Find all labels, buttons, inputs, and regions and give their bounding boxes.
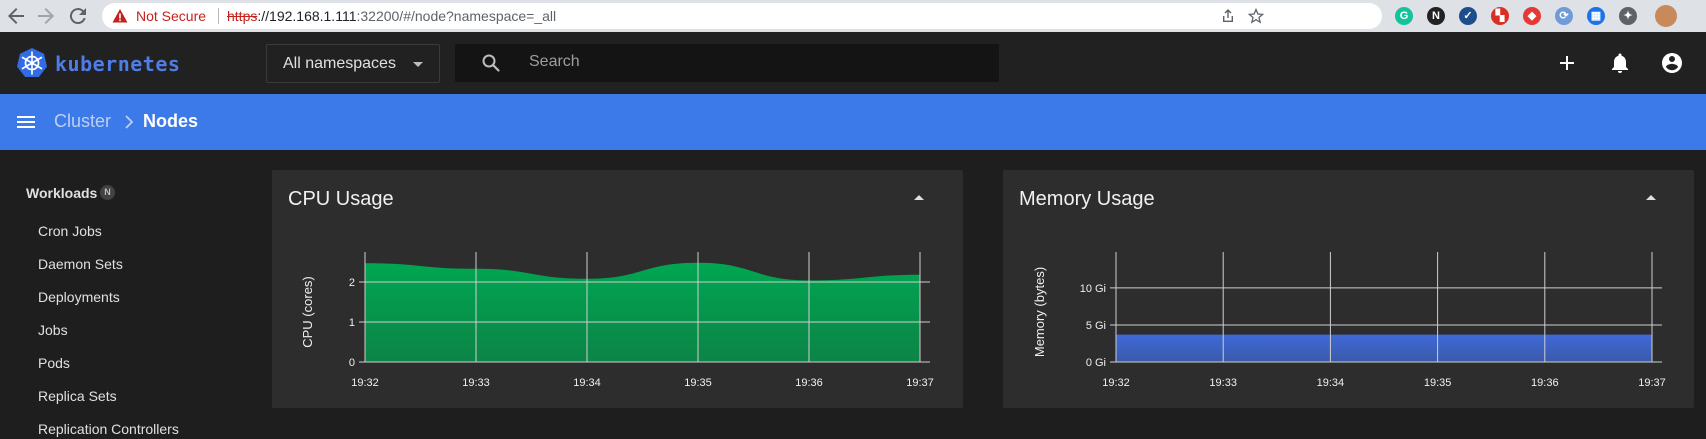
sidebar-nav: Workloads N Cron Jobs Daemon Sets Deployme… <box>0 150 258 439</box>
sidebar-item-cron-jobs[interactable]: Cron Jobs <box>38 223 102 239</box>
arrow-right-icon <box>38 8 54 24</box>
y-tick-label: 2 <box>349 277 355 289</box>
sidebar-item-replication-controllers[interactable]: Replication Controllers <box>38 421 179 437</box>
y-axis-label: CPU (cores) <box>300 276 315 348</box>
namespace-selected-value: All namespaces <box>283 55 396 72</box>
memory-usage-chart: 0 Gi 5 Gi 10 Gi 19:32 19:33 19:34 19:35 19:36 19… <box>1032 252 1666 389</box>
url-host: ://192.168.1.111 <box>257 8 357 24</box>
star-icon <box>1247 7 1265 24</box>
namespace-selector[interactable]: All namespaces <box>266 44 440 83</box>
url-text[interactable]: https://192.168.1.111:32200/#/node?names… <box>227 8 556 24</box>
x-tick-label: 19:32 <box>1102 377 1130 389</box>
sidebar-item-daemon-sets[interactable]: Daemon Sets <box>38 256 123 272</box>
search-input[interactable] <box>529 53 969 71</box>
search-bar[interactable] <box>455 44 999 82</box>
app-header: kubernetes All namespaces <box>0 32 1706 94</box>
account-icon[interactable] <box>1660 51 1684 75</box>
y-axis-label: Memory (bytes) <box>1032 267 1047 357</box>
kubernetes-logo-icon[interactable] <box>16 47 48 79</box>
back-button[interactable] <box>4 4 28 28</box>
x-tick-label: 19:32 <box>351 377 379 389</box>
search-icon <box>482 54 500 72</box>
share-icon <box>1223 9 1233 22</box>
arrow-left-icon <box>8 8 24 24</box>
y-tick-label: 0 Gi <box>1086 357 1106 369</box>
forward-button[interactable] <box>34 4 58 28</box>
bell-icon[interactable] <box>1608 51 1632 75</box>
x-tick-label: 19:36 <box>795 377 823 389</box>
bookmark-button[interactable] <box>1247 7 1265 24</box>
namespaced-badge: N <box>100 185 115 200</box>
chevron-down-icon <box>413 62 423 67</box>
x-tick-label: 19:36 <box>1531 377 1559 389</box>
reload-icon <box>69 8 86 25</box>
menu-icon[interactable] <box>14 110 38 134</box>
cpu-usage-card: CPU Usage 0 1 2 19:32 19:33 19:34 19:35 19:36 19… <box>272 170 963 408</box>
add-icon[interactable] <box>1555 51 1579 75</box>
browser-toolbar: Not Secure https://192.168.1.111:32200/#… <box>0 0 1706 32</box>
url-scheme: https <box>227 8 258 24</box>
grid-extension-icon[interactable]: ▦ <box>1587 7 1605 25</box>
check-extension-icon[interactable]: ✓ <box>1459 7 1477 25</box>
sidebar-item-deployments[interactable]: Deployments <box>38 289 120 305</box>
app-logo-text[interactable]: kubernetes <box>55 52 180 76</box>
address-bar[interactable]: Not Secure https://192.168.1.111:32200/#… <box>102 3 1382 29</box>
url-path: :32200/#/node?namespace=_all <box>356 8 557 24</box>
share-button[interactable] <box>1220 8 1236 24</box>
security-status[interactable]: Not Secure <box>136 8 206 24</box>
page-title: Nodes <box>143 111 199 131</box>
x-tick-label: 19:35 <box>684 377 712 389</box>
reload-button[interactable] <box>66 4 90 28</box>
x-tick-label: 19:33 <box>462 377 490 389</box>
y-tick-label: 0 <box>349 357 355 369</box>
x-tick-label: 19:33 <box>1209 377 1237 389</box>
cpu-usage-chart: 0 1 2 19:32 19:33 19:34 19:35 19:36 19:37 CPU (co… <box>300 252 934 389</box>
sync-extension-icon[interactable]: ⟳ <box>1555 7 1573 25</box>
series-area <box>1116 334 1652 362</box>
series-area <box>365 262 920 362</box>
memory-usage-card: Memory Usage 0 Gi 5 Gi 10 Gi 19:32 19:33 19:3… <box>1003 170 1694 408</box>
sidebar-item-pods[interactable]: Pods <box>38 355 70 371</box>
breadcrumb: Cluster Nodes <box>0 94 1706 150</box>
map-extension-icon[interactable]: ▚ <box>1491 7 1509 25</box>
x-tick-label: 19:34 <box>1317 377 1345 389</box>
chevron-right-icon <box>125 115 134 129</box>
y-tick-label: 5 Gi <box>1086 320 1106 332</box>
notion-extension-icon[interactable]: N <box>1427 7 1445 25</box>
sidebar-item-jobs[interactable]: Jobs <box>38 322 68 338</box>
x-tick-label: 19:37 <box>906 377 934 389</box>
profile-avatar[interactable] <box>1655 5 1677 27</box>
y-tick-label: 10 Gi <box>1080 283 1106 295</box>
x-tick-label: 19:34 <box>573 377 601 389</box>
shield-extension-icon[interactable]: ◆ <box>1523 7 1541 25</box>
url-divider <box>218 8 219 24</box>
sidebar-heading-workloads[interactable]: Workloads <box>26 185 97 201</box>
puzzle-extension-icon[interactable]: ✦ <box>1619 7 1637 25</box>
grammarly-extension-icon[interactable]: G <box>1395 7 1413 25</box>
x-tick-label: 19:35 <box>1424 377 1452 389</box>
warning-icon <box>112 9 128 23</box>
x-tick-label: 19:37 <box>1638 377 1666 389</box>
y-tick-label: 1 <box>349 317 355 329</box>
sidebar-item-replica-sets[interactable]: Replica Sets <box>38 388 117 404</box>
breadcrumb-cluster[interactable]: Cluster <box>54 111 111 132</box>
